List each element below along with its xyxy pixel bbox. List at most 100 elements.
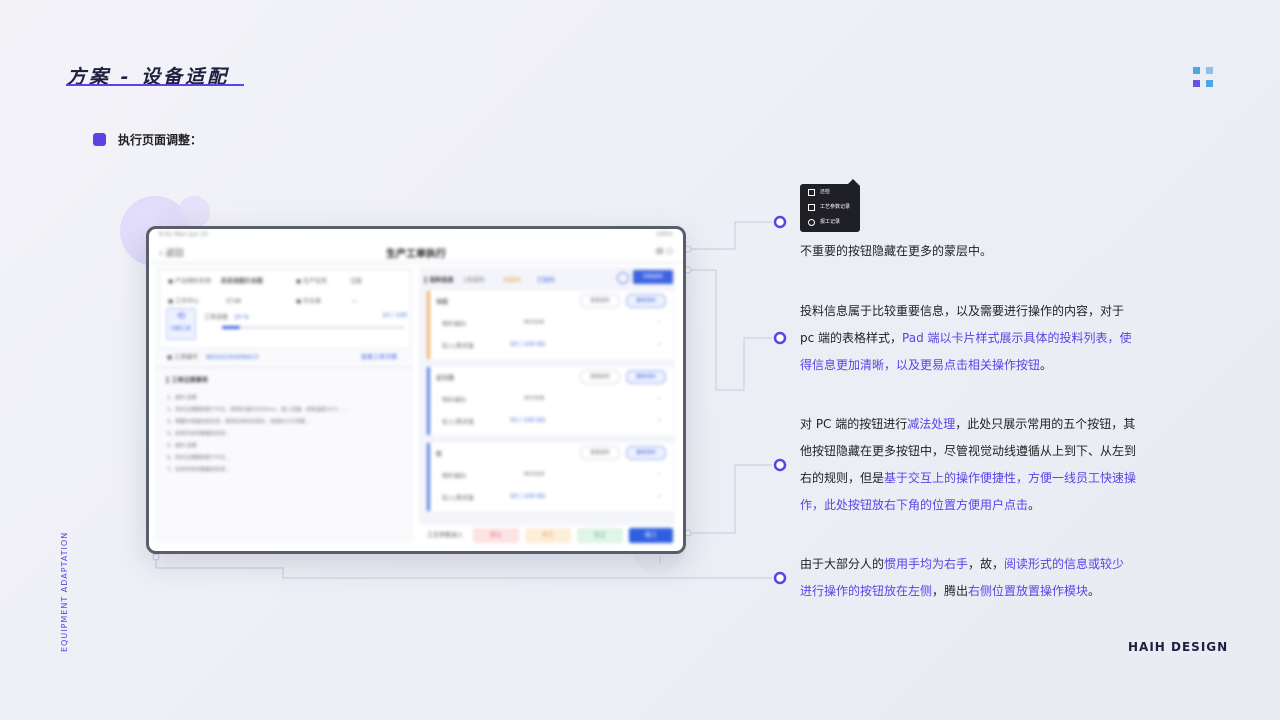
feed-card-name: 定位圈 — [436, 375, 455, 382]
note-line: 3、钢圈外表面检查状态，保持拉伸状态良好，用游标卡尺测量... — [167, 419, 310, 425]
more-button[interactable]: 工艺参数录入 — [423, 528, 467, 543]
annotation-segment: 。 — [1040, 358, 1053, 372]
chevron-right-icon[interactable]: › — [658, 341, 660, 348]
order-detail-link[interactable]: 查看工单详情 — [361, 352, 397, 361]
switch-label: 切换工单 — [170, 326, 191, 332]
annotation-segment: 。 — [1028, 498, 1041, 512]
notes-list: 1、装料·送量 2、将定位钢圈放置于平台，保持炉温约为30min，插入定器，控制温… — [167, 392, 405, 476]
annotation-segment: 由于大部分人的 — [800, 557, 885, 571]
progress-fill — [222, 326, 241, 329]
start-button[interactable]: 开工 — [525, 528, 571, 543]
menu-item-label: 报工记录 — [820, 219, 841, 225]
menu-item-recheck[interactable]: 还检 — [808, 186, 830, 198]
note-line: 1、装料·送量 — [167, 395, 197, 401]
info-card: ● 产出物料名称 某某钢圈外协圈 ● 生产任务 注胶 ● 工作中心 ST48 ●… — [159, 269, 411, 349]
material-code-label: 物料编码 — [442, 473, 467, 480]
chevron-right-icon[interactable]: › — [658, 417, 660, 424]
menu-item-report-record[interactable]: 报工记录 — [808, 216, 840, 228]
pause-button[interactable]: 停止 — [473, 528, 519, 543]
quantity-label: 投入/需求量 — [442, 419, 475, 426]
right-panel: ▎投料信息 1条投料 待投料 已投料 扫码投料 钢圈 查看投料 重新投料 物料编码 MY… — [419, 267, 675, 543]
view-feed-button[interactable]: 查看投料 — [580, 446, 620, 460]
note-line: 5、装料·送量 — [167, 443, 197, 449]
note-line: 2、将定位钢圈放置于平台，保持炉温约为30min，插入定器，控制温度10℃，..… — [167, 407, 348, 413]
view-feed-button[interactable]: 查看投料 — [580, 294, 620, 308]
material-code-value: MY009 — [524, 471, 545, 478]
refeed-button[interactable]: 重新投料 — [626, 370, 666, 384]
status-battery: 100% — [655, 231, 673, 238]
highlight-text: 惯用手均为右手 — [884, 557, 969, 571]
annotation-text: 投料信息属于比较重要信息，以及需要进行操作的内容，对于pc 端的表格样式，Pad… — [800, 298, 1134, 379]
tablet-screen: 9:41 Mon Jun 10 100% ‹ 返回 生产工单执行 ▤ ○ ● 产… — [149, 229, 683, 551]
switch-icon: ⟲ — [176, 311, 186, 322]
tablet-mockup: 9:41 Mon Jun 10 100% ‹ 返回 生产工单执行 ▤ ○ ● 产… — [146, 226, 686, 554]
refeed-button[interactable]: 重新投料 — [626, 446, 666, 460]
annotation-text: 不重要的按钮隐藏在更多的蒙层中。 — [800, 238, 1140, 265]
comment-icon — [808, 188, 815, 196]
quantity-value: 50 / 100 KG — [510, 493, 546, 500]
menu-item-label: 工艺参数记录 — [820, 204, 851, 210]
feed-card-name: 钢圈 — [436, 299, 449, 306]
chevron-right-icon[interactable]: › — [658, 395, 660, 402]
refeed-button[interactable]: 重新投料 — [626, 294, 666, 308]
annotation-text: 由于大部分人的惯用手均为右手，故，阅读形式的信息或较少进行操作的按钮放在左侧，腾… — [800, 551, 1130, 605]
menu-item-process-record[interactable]: 工艺参数记录 — [808, 201, 850, 213]
divider — [155, 367, 413, 368]
switch-order-button[interactable]: ⟲ 切换工单 — [166, 308, 196, 340]
feed-card: 胶 查看投料 重新投料物料编码 MY009 投入/需求量 50 / 100 KG › › — [427, 443, 674, 511]
order-no-row: ● 工单编号 WO20230406413 — [167, 354, 259, 361]
material-code-value: MY008 — [524, 395, 545, 402]
more-menu-popup: 还检 工艺参数记录 报工记录 — [800, 184, 860, 232]
left-panel: ● 产出物料名称 某某钢圈外协圈 ● 生产任务 注胶 ● 工作中心 ST48 ●… — [155, 267, 413, 543]
document-icon — [808, 203, 815, 211]
feed-tag: 1条投料 — [463, 277, 485, 284]
chevron-right-icon[interactable]: › — [658, 319, 660, 326]
quantity-value: 50 / 100 KG — [510, 417, 546, 424]
feed-card: 定位圈 查看投料 重新投料物料编码 MY008 投入/需求量 50 / 100 KG › › — [427, 367, 674, 435]
info-row: ● 产出物料名称 某某钢圈外协圈 — [168, 278, 263, 285]
annotation-segment: 。 — [1088, 584, 1101, 598]
action-bar: 工艺参数录入 停止 开工 完工 报工 — [419, 525, 675, 545]
quantity-label: 投入/需求量 — [442, 495, 475, 502]
scan-feed-button[interactable]: 扫码投料 — [633, 270, 673, 284]
info-row: ● 工作中心 ST48 — [168, 298, 241, 305]
status-time: 9:41 Mon Jun 10 — [159, 231, 208, 238]
chevron-right-icon[interactable]: › — [658, 493, 660, 500]
feed-tag: 待投料 — [503, 277, 522, 284]
material-code-label: 物料编码 — [442, 321, 467, 328]
info-row: ● 生产任务 注胶 — [296, 278, 363, 285]
highlight-text: 减法处理 — [907, 417, 956, 431]
progress-track — [222, 326, 404, 329]
note-line: 4、采用专用测量器具检测... — [167, 431, 230, 437]
feed-tag: 已投料 — [537, 277, 556, 284]
annotation-segment: ，腾出 — [932, 584, 969, 598]
feed-tab[interactable]: ▎投料信息 — [425, 275, 454, 284]
print-icon[interactable]: ▤ ○ — [656, 246, 673, 255]
quantity-value: 50 / 100 KG — [510, 341, 546, 348]
annotation-segment: 对 PC 端的按钮进行 — [800, 417, 908, 431]
feed-card: 钢圈 查看投料 重新投料物料编码 MY006 投入/需求量 50 / 100 KG › › — [427, 291, 674, 359]
report-button[interactable]: 报工 — [629, 528, 673, 543]
notes-title: ▎工单注意事项 — [167, 377, 208, 384]
feed-card-name: 胶 — [436, 451, 443, 458]
note-line: 7、采用专用测量器具检测... — [167, 467, 230, 473]
quantity-label: 投入/需求量 — [442, 343, 475, 350]
screen-title: 生产工单执行 — [386, 249, 446, 260]
progress-label: 工单进度 10 % — [204, 314, 249, 321]
annotation-text: 对 PC 端的按钮进行减法处理，此处只展示常用的五个按钮，其他按钮隐藏在更多按钮… — [800, 411, 1140, 519]
highlight-text: 右侧位置放置操作模块 — [968, 584, 1089, 598]
annotation-segment: ，故， — [968, 557, 1005, 571]
divider — [149, 262, 683, 263]
annotation-segment: 不重要的按钮隐藏在更多的蒙层中。 — [800, 244, 993, 258]
material-code-label: 物料编码 — [442, 397, 467, 404]
view-feed-button[interactable]: 查看投料 — [580, 370, 620, 384]
clock-icon — [808, 218, 815, 226]
refresh-icon[interactable] — [617, 272, 629, 284]
material-code-value: MY006 — [524, 319, 545, 326]
note-line: 6、将定位钢圈放置于平台... — [167, 455, 230, 461]
chevron-right-icon[interactable]: › — [658, 471, 660, 478]
menu-item-label: 还检 — [820, 189, 831, 195]
info-row: ● 作业者 — — [296, 298, 358, 305]
progress-count: 10 / 100 — [382, 312, 407, 319]
finish-button[interactable]: 完工 — [577, 528, 623, 543]
